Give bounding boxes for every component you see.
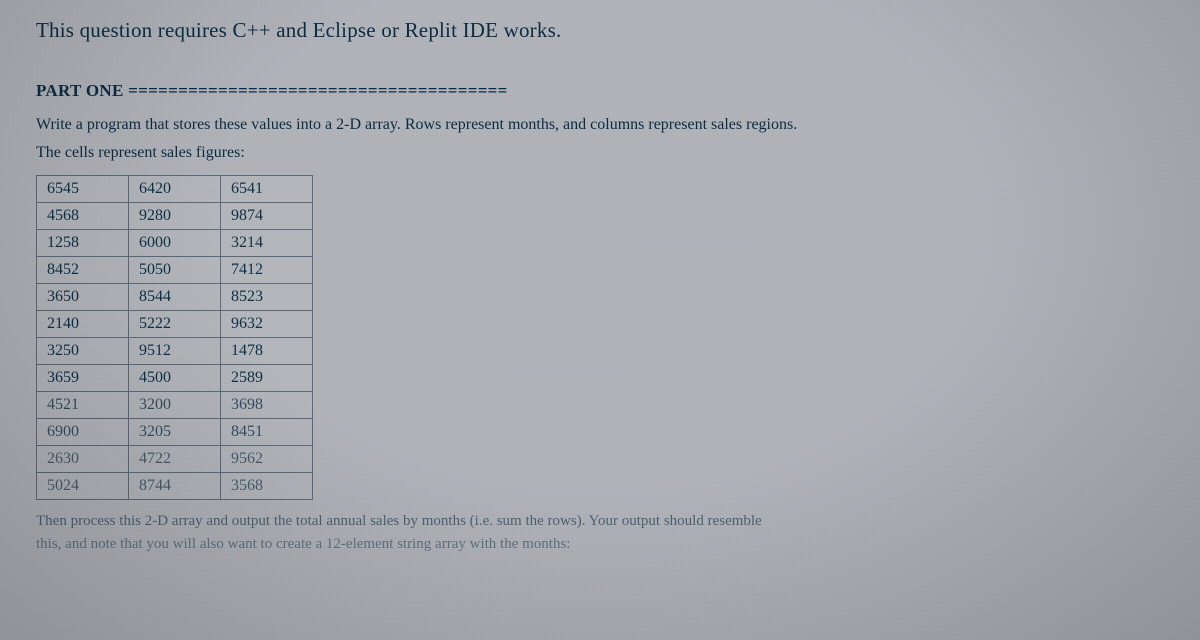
table-row: 6900 3205 8451 xyxy=(37,419,313,446)
table-cell: 5024 xyxy=(37,473,129,500)
table-cell: 2630 xyxy=(37,446,129,473)
table-cell: 9632 xyxy=(221,311,313,338)
footer-instruction-1: Then process this 2-D array and output t… xyxy=(36,510,1164,533)
table-cell: 4500 xyxy=(129,365,221,392)
table-row: 2630 4722 9562 xyxy=(37,446,313,473)
table-cell: 6545 xyxy=(37,176,129,203)
table-cell: 3214 xyxy=(221,230,313,257)
table-cell: 9512 xyxy=(129,338,221,365)
table-cell: 3205 xyxy=(129,419,221,446)
table-row: 1258 6000 3214 xyxy=(37,230,313,257)
question-title: This question requires C++ and Eclipse o… xyxy=(36,18,1164,43)
table-row: 4521 3200 3698 xyxy=(37,392,313,419)
table-cell: 8451 xyxy=(221,419,313,446)
table-cell: 5222 xyxy=(129,311,221,338)
table-cell: 7412 xyxy=(221,257,313,284)
table-cell: 9562 xyxy=(221,446,313,473)
table-cell: 8744 xyxy=(129,473,221,500)
table-cell: 5050 xyxy=(129,257,221,284)
table-row: 3659 4500 2589 xyxy=(37,365,313,392)
table-cell: 6420 xyxy=(129,176,221,203)
table-cell: 4722 xyxy=(129,446,221,473)
table-cell: 3568 xyxy=(221,473,313,500)
table-cell: 8523 xyxy=(221,284,313,311)
table-cell: 8452 xyxy=(37,257,129,284)
table-row: 8452 5050 7412 xyxy=(37,257,313,284)
table-cell: 1258 xyxy=(37,230,129,257)
part-one-heading: PART ONE ===============================… xyxy=(36,81,1164,101)
table-cell: 6000 xyxy=(129,230,221,257)
table-cell: 2589 xyxy=(221,365,313,392)
table-row: 4568 9280 9874 xyxy=(37,203,313,230)
table-cell: 3650 xyxy=(37,284,129,311)
table-row: 3650 8544 8523 xyxy=(37,284,313,311)
sales-table: 6545 6420 6541 4568 9280 9874 1258 6000 … xyxy=(36,175,313,500)
table-cell: 6541 xyxy=(221,176,313,203)
table-cell: 4568 xyxy=(37,203,129,230)
table-cell: 2140 xyxy=(37,311,129,338)
table-cell: 9874 xyxy=(221,203,313,230)
instruction-line-2: The cells represent sales figures: xyxy=(36,141,1164,165)
table-cell: 8544 xyxy=(129,284,221,311)
table-cell: 4521 xyxy=(37,392,129,419)
instruction-line-1: Write a program that stores these values… xyxy=(36,113,1164,137)
table-row: 2140 5222 9632 xyxy=(37,311,313,338)
table-row: 6545 6420 6541 xyxy=(37,176,313,203)
table-cell: 9280 xyxy=(129,203,221,230)
table-cell: 3250 xyxy=(37,338,129,365)
table-row: 3250 9512 1478 xyxy=(37,338,313,365)
table-row: 5024 8744 3568 xyxy=(37,473,313,500)
table-cell: 3659 xyxy=(37,365,129,392)
table-cell: 6900 xyxy=(37,419,129,446)
table-cell: 3200 xyxy=(129,392,221,419)
table-cell: 3698 xyxy=(221,392,313,419)
table-cell: 1478 xyxy=(221,338,313,365)
footer-instruction-2: this, and note that you will also want t… xyxy=(36,533,1164,556)
